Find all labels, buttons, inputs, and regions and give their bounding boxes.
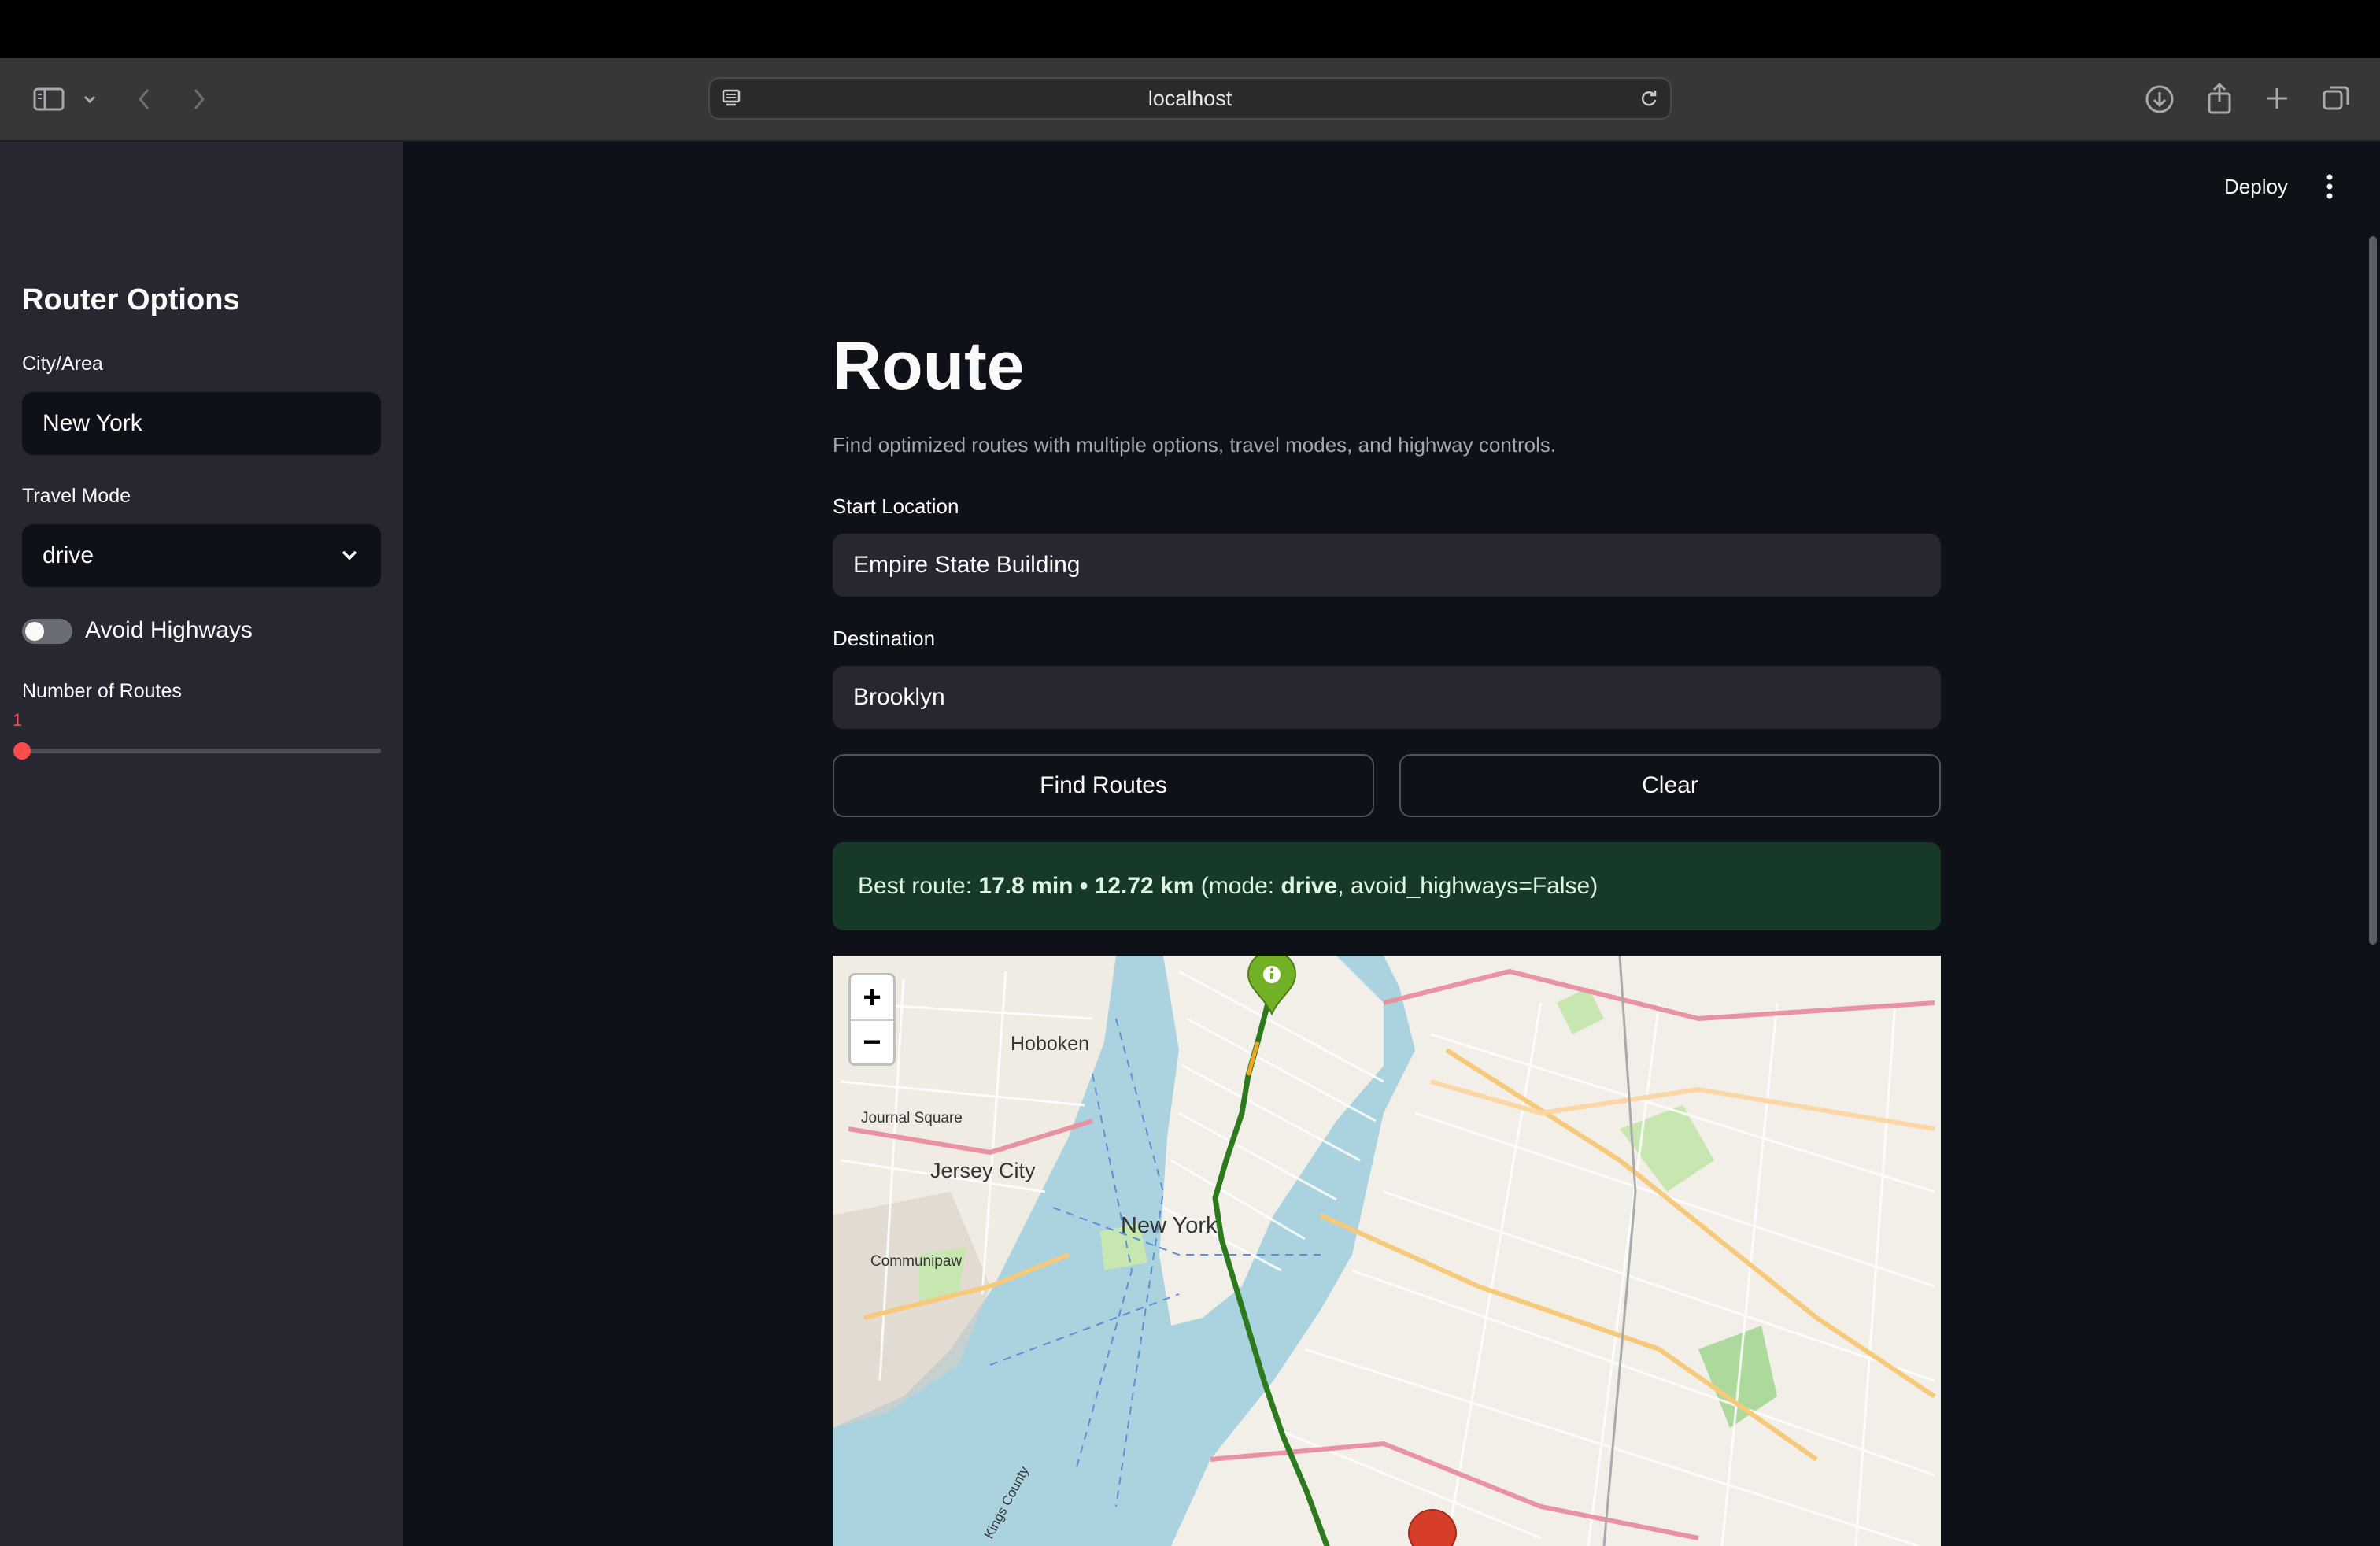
city-label: City/Area bbox=[22, 353, 103, 375]
city-input[interactable]: New York bbox=[22, 392, 381, 455]
routes-label: Number of Routes bbox=[22, 680, 182, 702]
find-routes-button[interactable]: Find Routes bbox=[833, 754, 1374, 817]
new-tab-icon[interactable] bbox=[2260, 82, 2293, 115]
chevron-down-icon[interactable] bbox=[80, 90, 99, 109]
clear-button[interactable]: Clear bbox=[1399, 754, 1941, 817]
page-subtitle: Find optimized routes with multiple opti… bbox=[833, 433, 1557, 457]
route-result-text: Best route: 17.8 min • 12.72 km (mode: d… bbox=[858, 842, 1598, 930]
result-mode: drive bbox=[1281, 873, 1338, 899]
reload-icon[interactable] bbox=[1637, 87, 1661, 110]
back-icon[interactable] bbox=[132, 85, 156, 113]
avoid-highways-toggle[interactable] bbox=[22, 619, 72, 644]
map-label-communipaw: Communipaw bbox=[870, 1253, 962, 1270]
chevron-down-icon bbox=[342, 550, 357, 560]
routes-slider-thumb[interactable] bbox=[13, 742, 31, 760]
share-icon[interactable] bbox=[2202, 80, 2237, 117]
route-result-alert: Best route: 17.8 min • 12.72 km (mode: d… bbox=[833, 842, 1941, 930]
start-location-label: Start Location bbox=[833, 494, 959, 518]
sidebar-toggle-icon[interactable] bbox=[30, 83, 68, 115]
destination-label: Destination bbox=[833, 627, 936, 650]
travel-mode-label: Travel Mode bbox=[22, 485, 131, 507]
destination-input[interactable]: Brooklyn bbox=[833, 666, 1941, 729]
zoom-in-button[interactable]: + bbox=[851, 975, 893, 1021]
result-suffix: , avoid_highways=False) bbox=[1337, 873, 1598, 899]
more-options-icon[interactable] bbox=[2325, 173, 2334, 200]
routes-slider-value: 1 bbox=[13, 710, 23, 730]
browser-toolbar: localhost bbox=[0, 58, 2380, 142]
start-location-value: Empire State Building bbox=[853, 552, 1081, 578]
address-bar[interactable]: localhost bbox=[708, 77, 1672, 120]
tab-overview-icon[interactable] bbox=[2319, 82, 2353, 115]
url-text: localhost bbox=[1148, 87, 1232, 110]
result-prefix: Best route: bbox=[858, 873, 979, 899]
avoid-highways-label: Avoid Highways bbox=[85, 617, 253, 643]
zoom-out-button[interactable]: − bbox=[851, 1021, 893, 1063]
map-tiles[interactable]: Hoboken Journal Square Jersey City New Y… bbox=[833, 956, 1941, 1546]
scrollbar[interactable] bbox=[2369, 236, 2377, 945]
sidebar: Router Options City/Area New York Travel… bbox=[0, 142, 403, 1546]
route-map[interactable]: Hoboken Journal Square Jersey City New Y… bbox=[833, 956, 1941, 1546]
travel-mode-value: drive bbox=[42, 542, 94, 568]
result-summary: 17.8 min • 12.72 km bbox=[978, 873, 1195, 899]
zoom-control: + − bbox=[848, 973, 896, 1066]
destination-value: Brooklyn bbox=[853, 684, 945, 710]
menu-bar bbox=[0, 0, 2380, 58]
deploy-button[interactable]: Deploy bbox=[2224, 175, 2288, 199]
map-label-journal-square: Journal Square bbox=[861, 1110, 963, 1126]
map-label-new-york: New York bbox=[1121, 1213, 1218, 1238]
result-mode-prefix: (mode: bbox=[1194, 873, 1281, 899]
routes-slider-track[interactable] bbox=[22, 749, 381, 753]
start-location-input[interactable]: Empire State Building bbox=[833, 534, 1941, 597]
map-label-jersey-city: Jersey City bbox=[930, 1159, 1036, 1182]
travel-mode-select[interactable]: drive bbox=[22, 524, 381, 587]
page-title: Route bbox=[833, 328, 1025, 404]
map-label-hoboken: Hoboken bbox=[1011, 1033, 1089, 1055]
sidebar-title: Router Options bbox=[22, 283, 240, 316]
map-label-kings-county: Kings County bbox=[981, 1463, 1032, 1541]
toggle-knob bbox=[25, 622, 44, 641]
downloads-icon[interactable] bbox=[2142, 82, 2177, 117]
forward-icon[interactable] bbox=[187, 85, 211, 113]
city-input-value: New York bbox=[42, 410, 142, 436]
main-content: Deploy Route Find optimized routes with … bbox=[405, 142, 2380, 1546]
